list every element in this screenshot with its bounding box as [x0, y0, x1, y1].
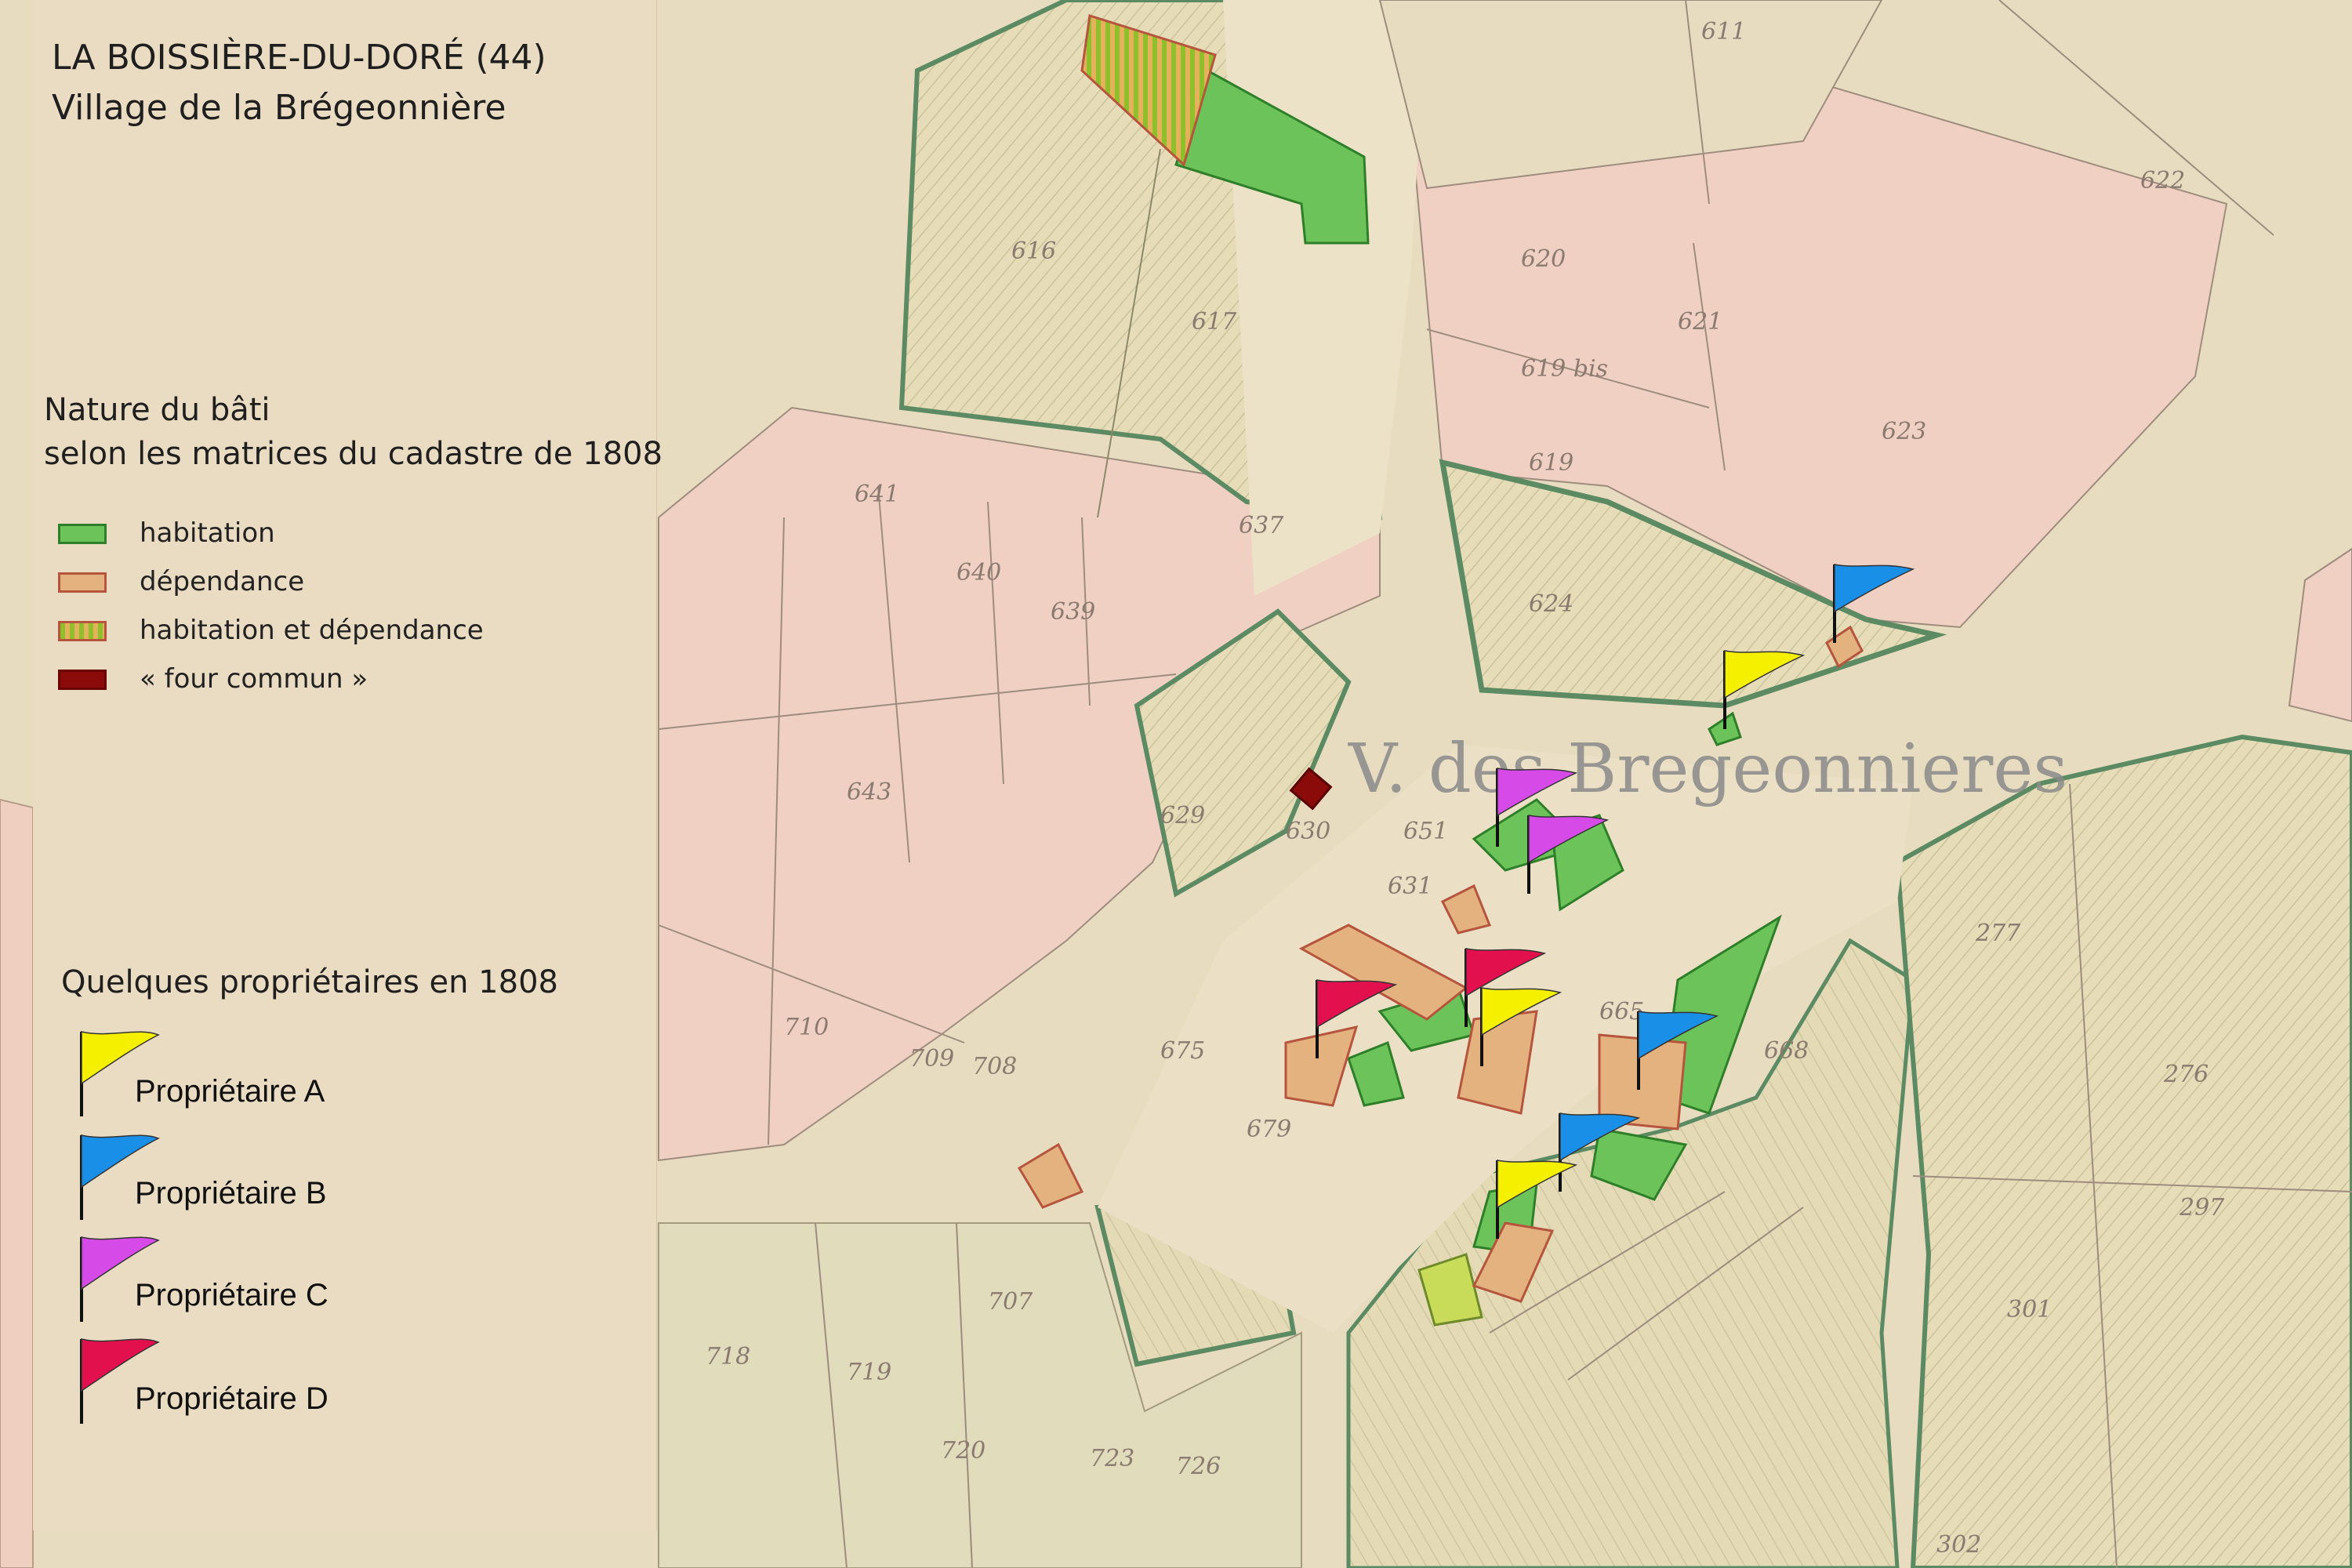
svg-text:631: 631	[1388, 873, 1432, 900]
svg-text:718: 718	[706, 1343, 750, 1370]
svg-text:723: 723	[1090, 1445, 1134, 1472]
svg-text:637: 637	[1239, 512, 1284, 539]
svg-text:668: 668	[1764, 1037, 1809, 1065]
dependance-label: dépendance	[140, 566, 305, 597]
svg-text:675: 675	[1160, 1037, 1205, 1065]
habitation-swatch	[58, 524, 107, 544]
habitation-label: habitation	[140, 517, 275, 549]
map-stage: V. des Bregeonnieres 611 622 620 621 619…	[0, 0, 2352, 1568]
svg-text:277: 277	[1975, 920, 2021, 947]
svg-text:720: 720	[941, 1437, 985, 1465]
svg-text:629: 629	[1160, 802, 1205, 829]
svg-text:620: 620	[1521, 245, 1566, 273]
svg-text:622: 622	[2140, 167, 2185, 194]
habitation-dependance-label: habitation et dépendance	[140, 615, 484, 646]
svg-text:616: 616	[1011, 238, 1056, 265]
four-commun-swatch	[58, 670, 107, 690]
dependance-swatch	[58, 572, 107, 593]
svg-text:297: 297	[2179, 1194, 2225, 1221]
parcel-group-east	[1894, 734, 2352, 1568]
map-title: LA BOISSIÈRE-DU-DORÉ (44)	[52, 38, 546, 78]
svg-text:679: 679	[1247, 1116, 1291, 1143]
owner-d-label: Propriétaire D	[135, 1381, 328, 1416]
svg-text:621: 621	[1678, 308, 1722, 336]
svg-text:301: 301	[2007, 1296, 2052, 1323]
svg-text:302: 302	[1936, 1531, 1981, 1559]
svg-text:617: 617	[1192, 308, 1237, 336]
svg-text:639: 639	[1051, 598, 1095, 626]
svg-text:619 bis: 619 bis	[1521, 355, 1608, 383]
svg-text:708: 708	[972, 1053, 1017, 1080]
owner-c-label: Propriétaire C	[135, 1278, 328, 1312]
svg-text:611: 611	[1701, 18, 1746, 45]
four-commun-label: « four commun »	[140, 663, 368, 695]
svg-text:641: 641	[855, 481, 899, 508]
village-label: V. des Bregeonnieres	[1348, 730, 2067, 808]
svg-text:624: 624	[1529, 590, 1573, 618]
legend-panel: LA BOISSIÈRE-DU-DORÉ (44) Village de la …	[33, 0, 662, 1530]
svg-text:651: 651	[1403, 818, 1448, 845]
svg-text:623: 623	[1882, 418, 1926, 445]
owner-b-label: Propriétaire B	[135, 1176, 327, 1210]
map-subtitle: Village de la Brégeonnière	[52, 88, 506, 128]
svg-text:707: 707	[988, 1288, 1033, 1316]
svg-text:619: 619	[1529, 449, 1573, 477]
svg-text:276: 276	[2163, 1061, 2209, 1088]
owner-a-label: Propriétaire A	[135, 1074, 325, 1109]
habitation-dependance-swatch	[58, 621, 107, 641]
svg-text:643: 643	[847, 779, 891, 806]
nature-heading: Nature du bâti	[44, 392, 270, 428]
owners-heading: Quelques propriétaires en 1808	[61, 964, 558, 1000]
svg-text:630: 630	[1286, 818, 1330, 845]
nature-subheading: selon les matrices du cadastre de 1808	[44, 436, 663, 472]
svg-text:719: 719	[847, 1359, 891, 1386]
svg-text:709: 709	[909, 1045, 954, 1073]
svg-text:640: 640	[956, 559, 1001, 586]
svg-text:726: 726	[1176, 1453, 1221, 1480]
svg-text:710: 710	[784, 1014, 829, 1041]
